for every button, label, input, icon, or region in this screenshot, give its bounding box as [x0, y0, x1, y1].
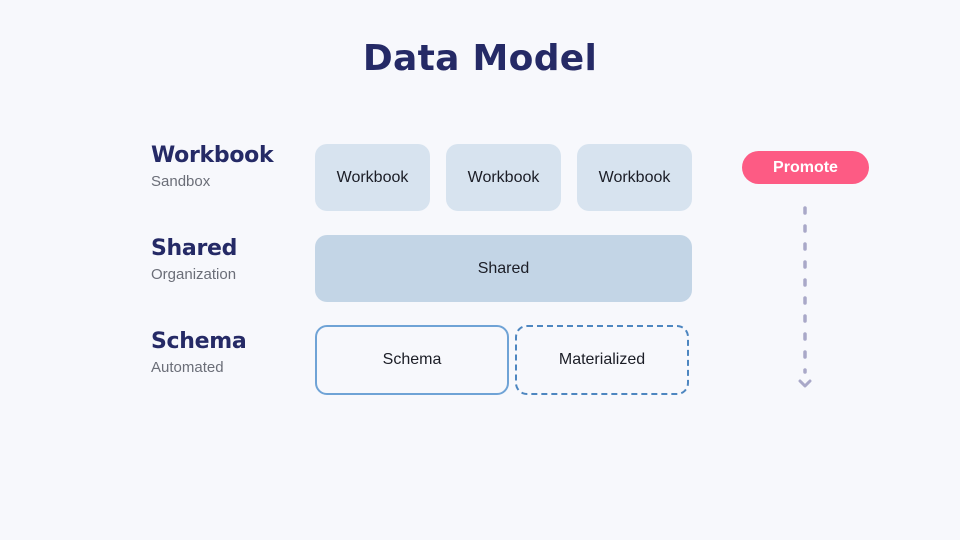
tier-label-schema: Schema Automated	[151, 329, 247, 376]
workbook-box: Workbook	[446, 144, 561, 211]
promote-button[interactable]: Promote	[742, 151, 869, 184]
tier-subtitle: Organization	[151, 266, 237, 283]
materialized-box: Materialized	[515, 325, 689, 395]
dashed-arrow-down-icon	[798, 206, 812, 388]
workbook-box: Workbook	[577, 144, 692, 211]
tier-subtitle: Sandbox	[151, 173, 211, 190]
shared-box: Shared	[315, 235, 692, 302]
schema-box: Schema	[315, 325, 509, 395]
tier-name: Workbook	[151, 143, 274, 168]
tier-name: Shared	[151, 236, 238, 261]
tier-name: Schema	[151, 329, 247, 354]
page-title: Data Model	[362, 38, 598, 79]
workbook-box: Workbook	[315, 144, 430, 211]
tier-subtitle: Automated	[151, 359, 224, 376]
tier-label-shared: Shared Organization	[151, 236, 237, 283]
tier-label-workbook: Workbook Sandbox	[151, 143, 274, 190]
